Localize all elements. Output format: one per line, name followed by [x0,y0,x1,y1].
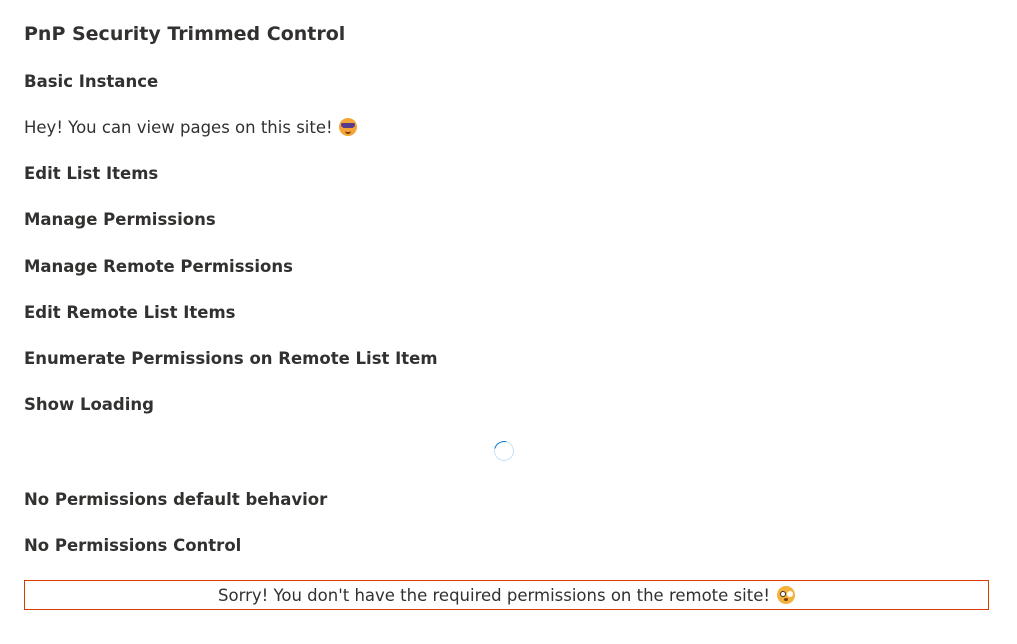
heading-manage-permissions: Manage Permissions [24,210,216,229]
page-title: PnP Security Trimmed Control [24,23,346,45]
basic-instance-message-text: Hey! You can view pages on this site! [24,118,333,137]
basic-instance-message: Hey! You can view pages on this site! [24,116,357,140]
heading-edit-remote-list-items: Edit Remote List Items [24,303,236,322]
no-permissions-message-box: Sorry! You don't have the required permi… [24,580,989,610]
heading-enumerate-permissions: Enumerate Permissions on Remote List Ite… [24,349,438,368]
heading-basic-instance: Basic Instance [24,72,159,91]
flushed-emoji-icon [776,586,795,604]
heading-show-loading: Show Loading [24,395,154,414]
heading-no-permissions-control: No Permissions Control [24,536,242,555]
heading-edit-list-items: Edit List Items [24,164,159,183]
heading-manage-remote-permissions: Manage Remote Permissions [24,257,293,276]
heading-no-permissions-default: No Permissions default behavior [24,490,328,509]
sunglasses-emoji-icon [338,118,357,136]
no-permissions-message-text: Sorry! You don't have the required permi… [218,585,770,605]
loading-spinner-icon [490,437,518,465]
